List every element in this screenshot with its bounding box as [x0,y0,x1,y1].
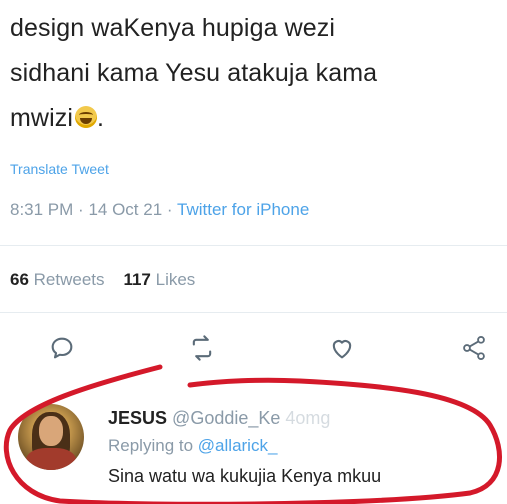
tweet-time: 8:31 PM [10,200,74,219]
reply-author-name[interactable]: JESUS [108,408,167,428]
tweet-source-link[interactable]: Twitter for iPhone [177,200,309,219]
laughing-tears-emoji-icon [75,106,97,128]
avatar-face [39,416,63,446]
tweet-actions [0,330,507,370]
reply-author-handle[interactable]: @Goddie_Ke [172,408,280,428]
divider [0,245,507,246]
tweet-text: design waKenya hupiga wezi sidhani kama … [10,6,490,141]
translate-tweet-link[interactable]: Translate Tweet [10,161,109,177]
retweets-label: Retweets [33,270,105,289]
tweet-stats: 66 Retweets 117 Likes [10,270,195,290]
avatar[interactable] [18,404,84,470]
retweet-icon [192,335,212,361]
likes-count: 117 [123,270,151,289]
tweet-meta: 8:31 PM · 14 Oct 21 · Twitter for iPhone [10,200,309,220]
reply-handle-extra: 4omg [285,408,331,428]
likes-stat[interactable]: 117 Likes [123,270,195,289]
share-button[interactable] [456,330,492,366]
reply-icon [51,337,73,359]
meta-separator: · [166,200,173,219]
replying-prefix: Replying to [108,436,194,455]
like-icon [332,340,352,359]
retweet-button[interactable] [184,330,220,366]
tweet-line-3-text: mwizi [10,104,73,132]
retweets-stat[interactable]: 66 Retweets [10,270,105,289]
tweet-line-3-end: . [97,104,105,132]
reply-header: JESUS @Goddie_Ke 4omg [108,408,330,429]
reply-button[interactable] [44,330,80,366]
tweet-line-1: design waKenya hupiga wezi [10,14,336,42]
avatar-robe [26,448,76,470]
tweet-date: 14 Oct 21 [88,200,163,219]
tweet-line-3: mwizi. [10,96,490,141]
like-button[interactable] [324,330,360,366]
divider [0,312,507,313]
share-icon [463,335,485,361]
replying-to: Replying to @allarick_ [108,436,277,456]
tweet-line-2: sidhani kama Yesu atakuja kama [10,59,378,87]
likes-label: Likes [155,270,196,289]
replying-mention-link[interactable]: @allarick_ [198,436,278,455]
reply-tweet[interactable]: JESUS @Goddie_Ke 4omg Replying to @allar… [0,390,507,504]
retweets-count: 66 [10,270,29,289]
reply-text: Sina watu wa kukujia Kenya mkuu [108,466,382,486]
meta-separator: · [78,200,84,219]
